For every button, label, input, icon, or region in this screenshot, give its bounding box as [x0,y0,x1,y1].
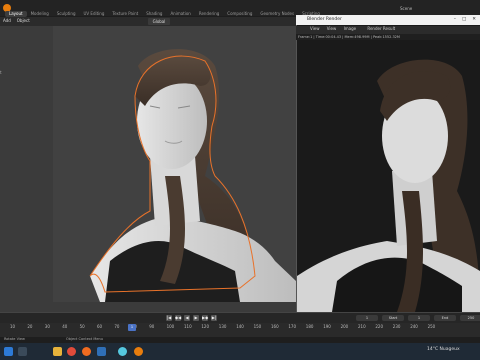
render-window-titlebar: Blender Render – □ ✕ [296,15,480,25]
ruler-tick: 160 [271,324,279,329]
start-label: Start [382,315,404,321]
ruler-tick: 100 [166,324,175,329]
jump-end-icon[interactable]: ▶| [211,315,217,321]
ruler-tick: 240 [410,324,418,329]
ruler-tick: 110 [184,324,192,329]
status-left: Rotate View [4,337,25,341]
ruler-tick: 220 [375,324,384,329]
render-result-image [297,41,480,312]
render-menu-view2[interactable]: View [327,26,337,31]
ruler-tick: 60 [97,324,103,329]
weather-tray: 14°C Nuageux [427,347,460,352]
status-mid: Object Context Menu [66,337,103,341]
ruler-tick: 150 [253,324,262,329]
timeline-ruler[interactable]: 1020304050607080901001101201301401501601… [0,324,450,332]
viewport-scene [0,26,296,312]
viewport-side-label: t [0,70,2,75]
chrome-icon[interactable] [67,347,76,356]
ruler-tick: 140 [236,324,244,329]
frame-range: 1 Start 1 End 250 [356,315,480,321]
firefox-icon[interactable] [82,347,91,356]
ruler-tick: 130 [218,324,227,329]
start-frame-field[interactable]: 1 [408,315,430,321]
ruler-tick: 90 [149,324,155,329]
next-key-icon[interactable]: ▶◆ [202,315,208,321]
minimize-icon[interactable]: – [454,15,456,25]
current-frame-field[interactable]: 1 [356,315,378,321]
windows-icon[interactable] [4,347,13,356]
render-menu-image[interactable]: Image [344,26,357,31]
maximize-icon[interactable]: □ [462,15,466,25]
photoshop-icon[interactable] [97,347,106,356]
ruler-tick: 250 [427,324,436,329]
jump-start-icon[interactable]: |◀ [166,315,172,321]
end-frame-field[interactable]: 250 [460,315,480,321]
play-reverse-icon[interactable]: ◀ [184,315,190,321]
ruler-tick: 180 [305,324,314,329]
play-icon[interactable]: ▶ [193,315,199,321]
3d-viewport[interactable]: t [0,26,296,312]
playhead[interactable]: 1 [128,324,136,331]
taskbar [0,343,480,360]
explorer-icon[interactable] [53,347,62,356]
close-icon[interactable]: ✕ [472,15,476,25]
add-menu[interactable]: Add [3,18,11,23]
ruler-tick: 50 [79,324,85,329]
ruler-tick: 170 [288,324,297,329]
end-label: End [434,315,456,321]
ruler-tick: 30 [44,324,50,329]
render-menu-view[interactable]: View [310,26,320,31]
search-icon[interactable] [18,347,27,356]
render-window-title: Blender Render [307,17,342,22]
settings-icon[interactable] [118,347,127,356]
playback-controls: |◀ ◆◀ ◀ ▶ ▶◆ ▶| [166,315,217,321]
prev-key-icon[interactable]: ◆◀ [175,315,181,321]
scene-selector[interactable]: Scene [400,6,412,11]
transform-orientation-dropdown[interactable]: Global [148,18,170,25]
ruler-tick: 210 [358,324,366,329]
ruler-tick: 120 [201,324,210,329]
object-menu[interactable]: Object [17,18,30,23]
render-window-menu: View View Image Render Result [296,26,480,34]
render-info-bar: Frame:1 | Time:00:04.43 | Mem:498.99M | … [296,34,480,40]
ruler-tick: 20 [27,324,33,329]
ruler-tick: 40 [62,324,68,329]
ruler-tick: 230 [392,324,401,329]
ruler-tick: 190 [323,324,331,329]
render-result-dropdown[interactable]: Render Result [367,26,395,31]
ruler-tick: 70 [114,324,120,329]
ruler-tick: 200 [340,324,349,329]
blender-icon[interactable] [134,347,143,356]
ruler-tick: 10 [10,324,16,329]
